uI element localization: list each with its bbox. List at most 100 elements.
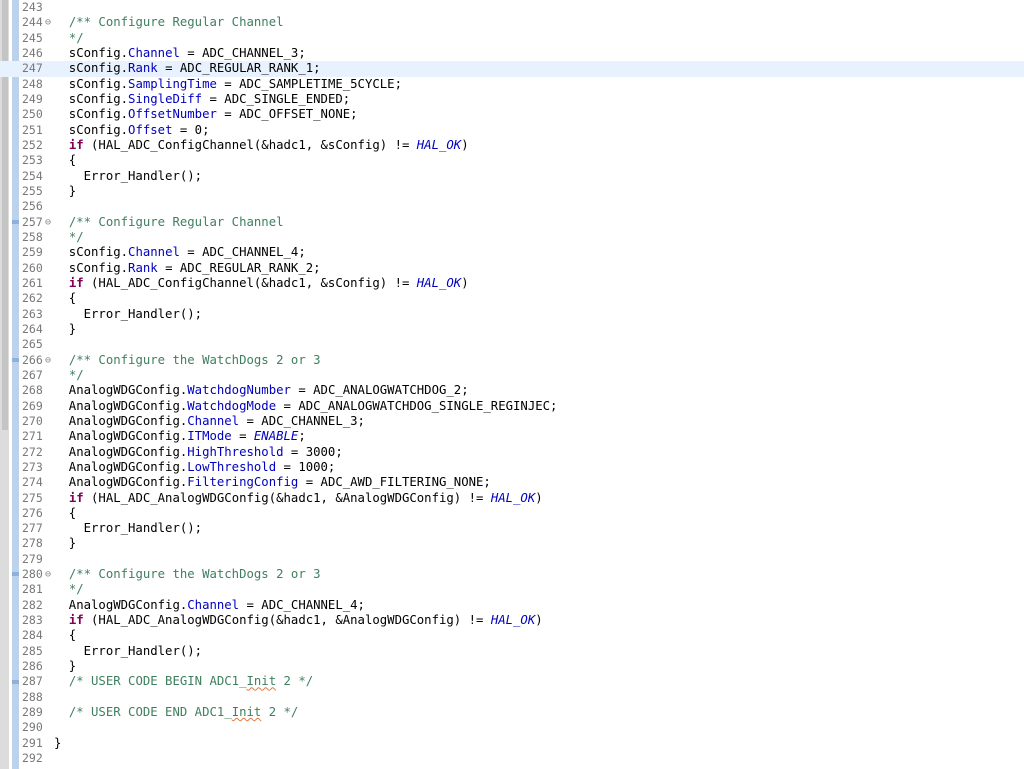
code-line[interactable]: 254 Error_Handler(); [0,169,1024,184]
code-token: (HAL_ADC_AnalogWDGConfig(&hadc1, &Analog… [83,613,491,628]
code-line[interactable]: 255 } [0,184,1024,199]
code-text[interactable]: AnalogWDGConfig.Channel = ADC_CHANNEL_4; [54,598,365,613]
code-text[interactable]: } [54,659,76,674]
code-text[interactable]: /* USER CODE END ADC1_Init 2 */ [54,705,299,720]
code-line[interactable]: 244 ⊖ /** Configure Regular Channel [0,15,1024,30]
code-text[interactable]: } [54,322,76,337]
code-line[interactable]: 291} [0,736,1024,751]
code-line[interactable]: 263 Error_Handler(); [0,307,1024,322]
code-line[interactable]: 258 */ [0,230,1024,245]
code-text[interactable]: sConfig.SamplingTime = ADC_SAMPLETIME_5C… [54,77,402,92]
code-line[interactable]: 268 AnalogWDGConfig.WatchdogNumber = ADC… [0,383,1024,398]
code-line[interactable]: 245 */ [0,31,1024,46]
code-line[interactable]: 269 AnalogWDGConfig.WatchdogMode = ADC_A… [0,399,1024,414]
code-text[interactable]: AnalogWDGConfig.Channel = ADC_CHANNEL_3; [54,414,365,429]
code-line[interactable]: 287 /* USER CODE BEGIN ADC1_Init 2 */ [0,674,1024,689]
code-line[interactable]: 249 sConfig.SingleDiff = ADC_SINGLE_ENDE… [0,92,1024,107]
code-text[interactable]: if (HAL_ADC_AnalogWDGConfig(&hadc1, &Ana… [54,491,543,506]
code-line[interactable]: 282 AnalogWDGConfig.Channel = ADC_CHANNE… [0,598,1024,613]
code-text[interactable]: { [54,153,76,168]
code-line[interactable]: 277 Error_Handler(); [0,521,1024,536]
code-line[interactable]: 259 sConfig.Channel = ADC_CHANNEL_4; [0,245,1024,260]
code-text[interactable]: Error_Handler(); [54,169,202,184]
code-line[interactable]: 273 AnalogWDGConfig.LowThreshold = 1000; [0,460,1024,475]
code-text[interactable]: /** Configure Regular Channel [54,15,284,30]
code-text[interactable]: AnalogWDGConfig.WatchdogMode = ADC_ANALO… [54,399,558,414]
code-text[interactable]: AnalogWDGConfig.HighThreshold = 3000; [54,445,343,460]
code-line-current[interactable]: 247 sConfig.Rank = ADC_REGULAR_RANK_1; [0,61,1024,77]
code-line[interactable]: 286 } [0,659,1024,674]
code-text[interactable]: sConfig.Channel = ADC_CHANNEL_3; [54,46,306,61]
code-text[interactable]: AnalogWDGConfig.WatchdogNumber = ADC_ANA… [54,383,469,398]
code-text[interactable]: { [54,628,76,643]
code-line[interactable]: 275 if (HAL_ADC_AnalogWDGConfig(&hadc1, … [0,491,1024,506]
code-line[interactable]: 292 [0,751,1024,766]
code-line[interactable]: 290 [0,720,1024,735]
code-text[interactable]: AnalogWDGConfig.FilteringConfig = ADC_AW… [54,475,491,490]
code-text[interactable]: sConfig.Rank = ADC_REGULAR_RANK_2; [54,261,321,276]
code-text[interactable]: } [54,536,76,551]
code-line[interactable]: 272 AnalogWDGConfig.HighThreshold = 3000… [0,445,1024,460]
code-text[interactable]: /** Configure the WatchDogs 2 or 3 [54,353,321,368]
code-line[interactable]: 284 { [0,628,1024,643]
code-lines[interactable]: 243 244 ⊖ /** Configure Regular Channel 245… [0,0,1024,766]
code-line[interactable]: 266 ⊖ /** Configure the WatchDogs 2 or 3 [0,353,1024,368]
code-line[interactable]: 270 AnalogWDGConfig.Channel = ADC_CHANNE… [0,414,1024,429]
code-text[interactable]: } [54,184,76,199]
code-text[interactable]: */ [54,31,84,46]
code-line[interactable]: 256 [0,199,1024,214]
code-line[interactable]: 248 sConfig.SamplingTime = ADC_SAMPLETIM… [0,77,1024,92]
code-text[interactable]: */ [54,368,84,383]
code-text[interactable]: if (HAL_ADC_ConfigChannel(&hadc1, &sConf… [54,276,469,291]
code-text[interactable]: sConfig.OffsetNumber = ADC_OFFSET_NONE; [54,107,358,122]
code-line[interactable]: 285 Error_Handler(); [0,644,1024,659]
code-text[interactable]: sConfig.Channel = ADC_CHANNEL_4; [54,245,306,260]
code-text[interactable]: /** Configure Regular Channel [54,215,284,230]
code-line[interactable]: 280 ⊖ /** Configure the WatchDogs 2 or 3 [0,567,1024,582]
code-text[interactable]: Error_Handler(); [54,307,202,322]
code-text[interactable]: */ [54,230,84,245]
code-line[interactable]: 289 /* USER CODE END ADC1_Init 2 */ [0,705,1024,720]
code-text[interactable]: Error_Handler(); [54,644,202,659]
code-text[interactable]: { [54,291,76,306]
code-line[interactable]: 264 } [0,322,1024,337]
code-line[interactable]: 260 sConfig.Rank = ADC_REGULAR_RANK_2; [0,261,1024,276]
code-line[interactable]: 243 [0,0,1024,15]
code-line[interactable]: 276 { [0,506,1024,521]
code-text[interactable]: Error_Handler(); [54,521,202,536]
code-text[interactable]: if (HAL_ADC_AnalogWDGConfig(&hadc1, &Ana… [54,613,543,628]
code-line[interactable]: 257 ⊖ /** Configure Regular Channel [0,215,1024,230]
code-text[interactable]: { [54,506,76,521]
code-text[interactable]: */ [54,582,84,597]
code-line[interactable]: 253 { [0,153,1024,168]
code-line[interactable]: 288 [0,690,1024,705]
code-token: } [54,735,62,750]
code-text[interactable]: } [54,736,61,751]
code-line[interactable]: 274 AnalogWDGConfig.FilteringConfig = AD… [0,475,1024,490]
code-editor[interactable]: 243 244 ⊖ /** Configure Regular Channel 245… [0,0,1024,769]
code-text[interactable]: sConfig.Offset = 0; [54,123,210,138]
code-line[interactable]: 262 { [0,291,1024,306]
code-text[interactable]: AnalogWDGConfig.LowThreshold = 1000; [54,460,336,475]
code-text[interactable]: if (HAL_ADC_ConfigChannel(&hadc1, &sConf… [54,138,469,153]
code-line[interactable]: 246 sConfig.Channel = ADC_CHANNEL_3; [0,46,1024,61]
code-line[interactable]: 271 AnalogWDGConfig.ITMode = ENABLE; [0,429,1024,444]
code-line[interactable]: 265 [0,337,1024,352]
code-line[interactable]: 278 } [0,536,1024,551]
line-number: 256 [22,199,43,214]
line-number: 282 [22,597,43,612]
code-token: = [231,429,254,444]
code-text[interactable]: /* USER CODE BEGIN ADC1_Init 2 */ [54,674,313,689]
code-line[interactable]: 279 [0,552,1024,567]
code-line[interactable]: 261 if (HAL_ADC_ConfigChannel(&hadc1, &s… [0,276,1024,291]
code-line[interactable]: 250 sConfig.OffsetNumber = ADC_OFFSET_NO… [0,107,1024,122]
code-line[interactable]: 251 sConfig.Offset = 0; [0,123,1024,138]
code-line[interactable]: 267 */ [0,368,1024,383]
code-text[interactable]: /** Configure the WatchDogs 2 or 3 [54,567,321,582]
code-text[interactable]: sConfig.SingleDiff = ADC_SINGLE_ENDED; [54,92,350,107]
code-line[interactable]: 252 if (HAL_ADC_ConfigChannel(&hadc1, &s… [0,138,1024,153]
code-text[interactable]: AnalogWDGConfig.ITMode = ENABLE; [54,429,306,444]
code-line[interactable]: 281 */ [0,582,1024,597]
code-text[interactable]: sConfig.Rank = ADC_REGULAR_RANK_1; [54,61,321,76]
code-line[interactable]: 283 if (HAL_ADC_AnalogWDGConfig(&hadc1, … [0,613,1024,628]
